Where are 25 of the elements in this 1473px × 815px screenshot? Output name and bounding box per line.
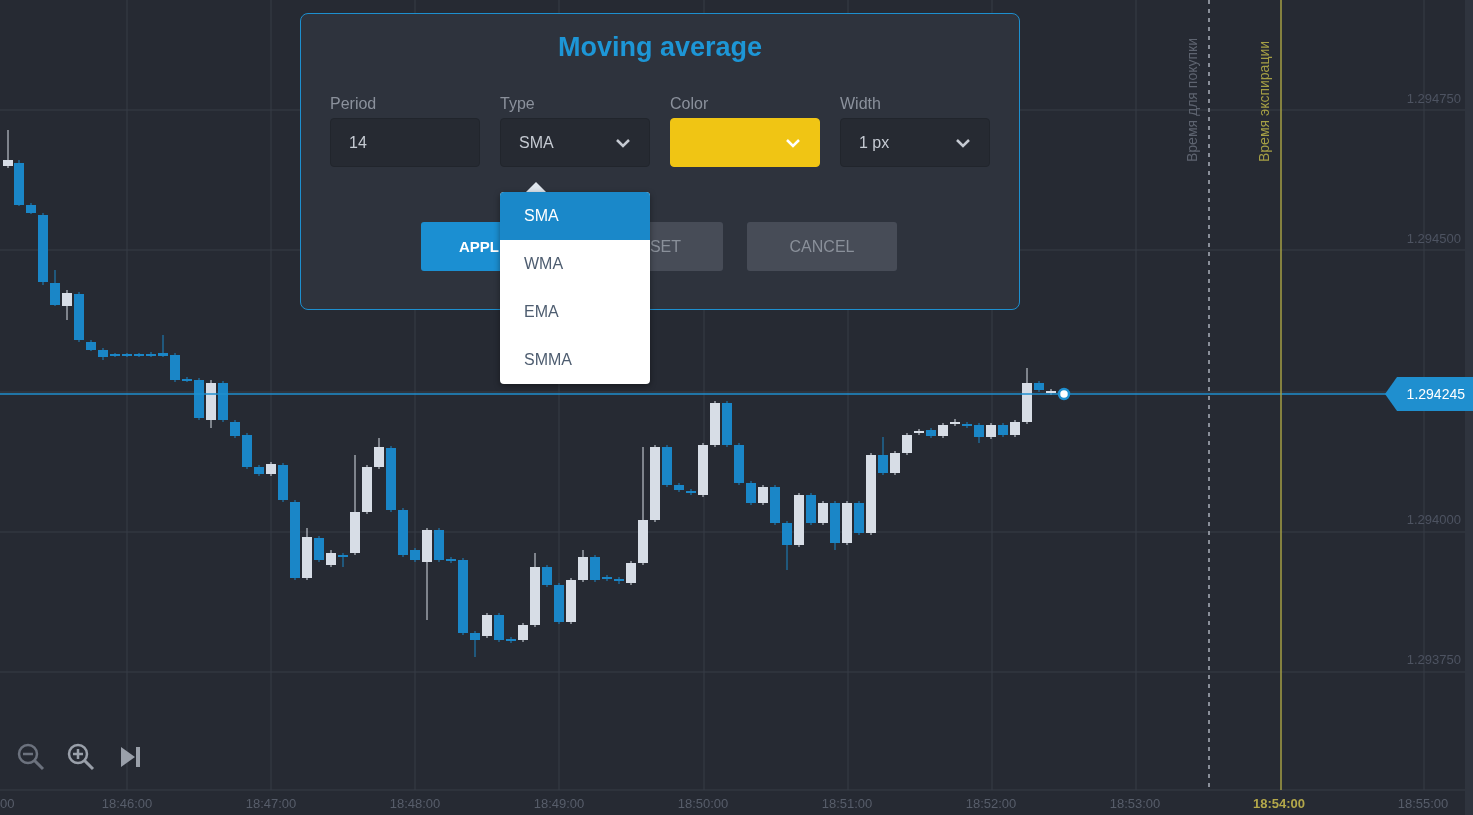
select-field[interactable]: SMA <box>500 118 650 167</box>
current-price-tag: 1.294245 <box>1385 377 1473 411</box>
zoom-in-icon[interactable] <box>66 742 96 772</box>
color-picker[interactable] <box>670 118 820 167</box>
dropdown-option[interactable]: EMA <box>500 288 650 336</box>
scrollbar-track[interactable] <box>1465 0 1473 815</box>
field-label: Width <box>840 95 882 113</box>
select-field[interactable]: 1 px <box>840 118 990 167</box>
field-label: Period <box>330 95 378 113</box>
dialog-title: Moving average <box>556 32 764 63</box>
dropdown-option[interactable]: SMA <box>500 192 650 240</box>
field-label: Color <box>670 95 710 113</box>
field-label: Type <box>500 95 536 113</box>
marker-label: Время для покупки <box>1184 38 1200 162</box>
price-marker-icon <box>1057 387 1071 401</box>
chevron-down-icon <box>615 137 631 148</box>
period-input[interactable]: 14 <box>330 118 480 167</box>
select-value: 1 px <box>859 133 890 152</box>
chevron-down-icon <box>955 137 971 148</box>
time-axis-label: 18:54:00 <box>1251 796 1306 811</box>
zoom-out-icon[interactable] <box>16 742 46 772</box>
select-value: SMA <box>519 133 554 152</box>
marker-label: Время экспирации <box>1256 40 1272 162</box>
dropdown-option[interactable]: SMMA <box>500 336 650 384</box>
chevron-down-icon <box>785 137 801 148</box>
